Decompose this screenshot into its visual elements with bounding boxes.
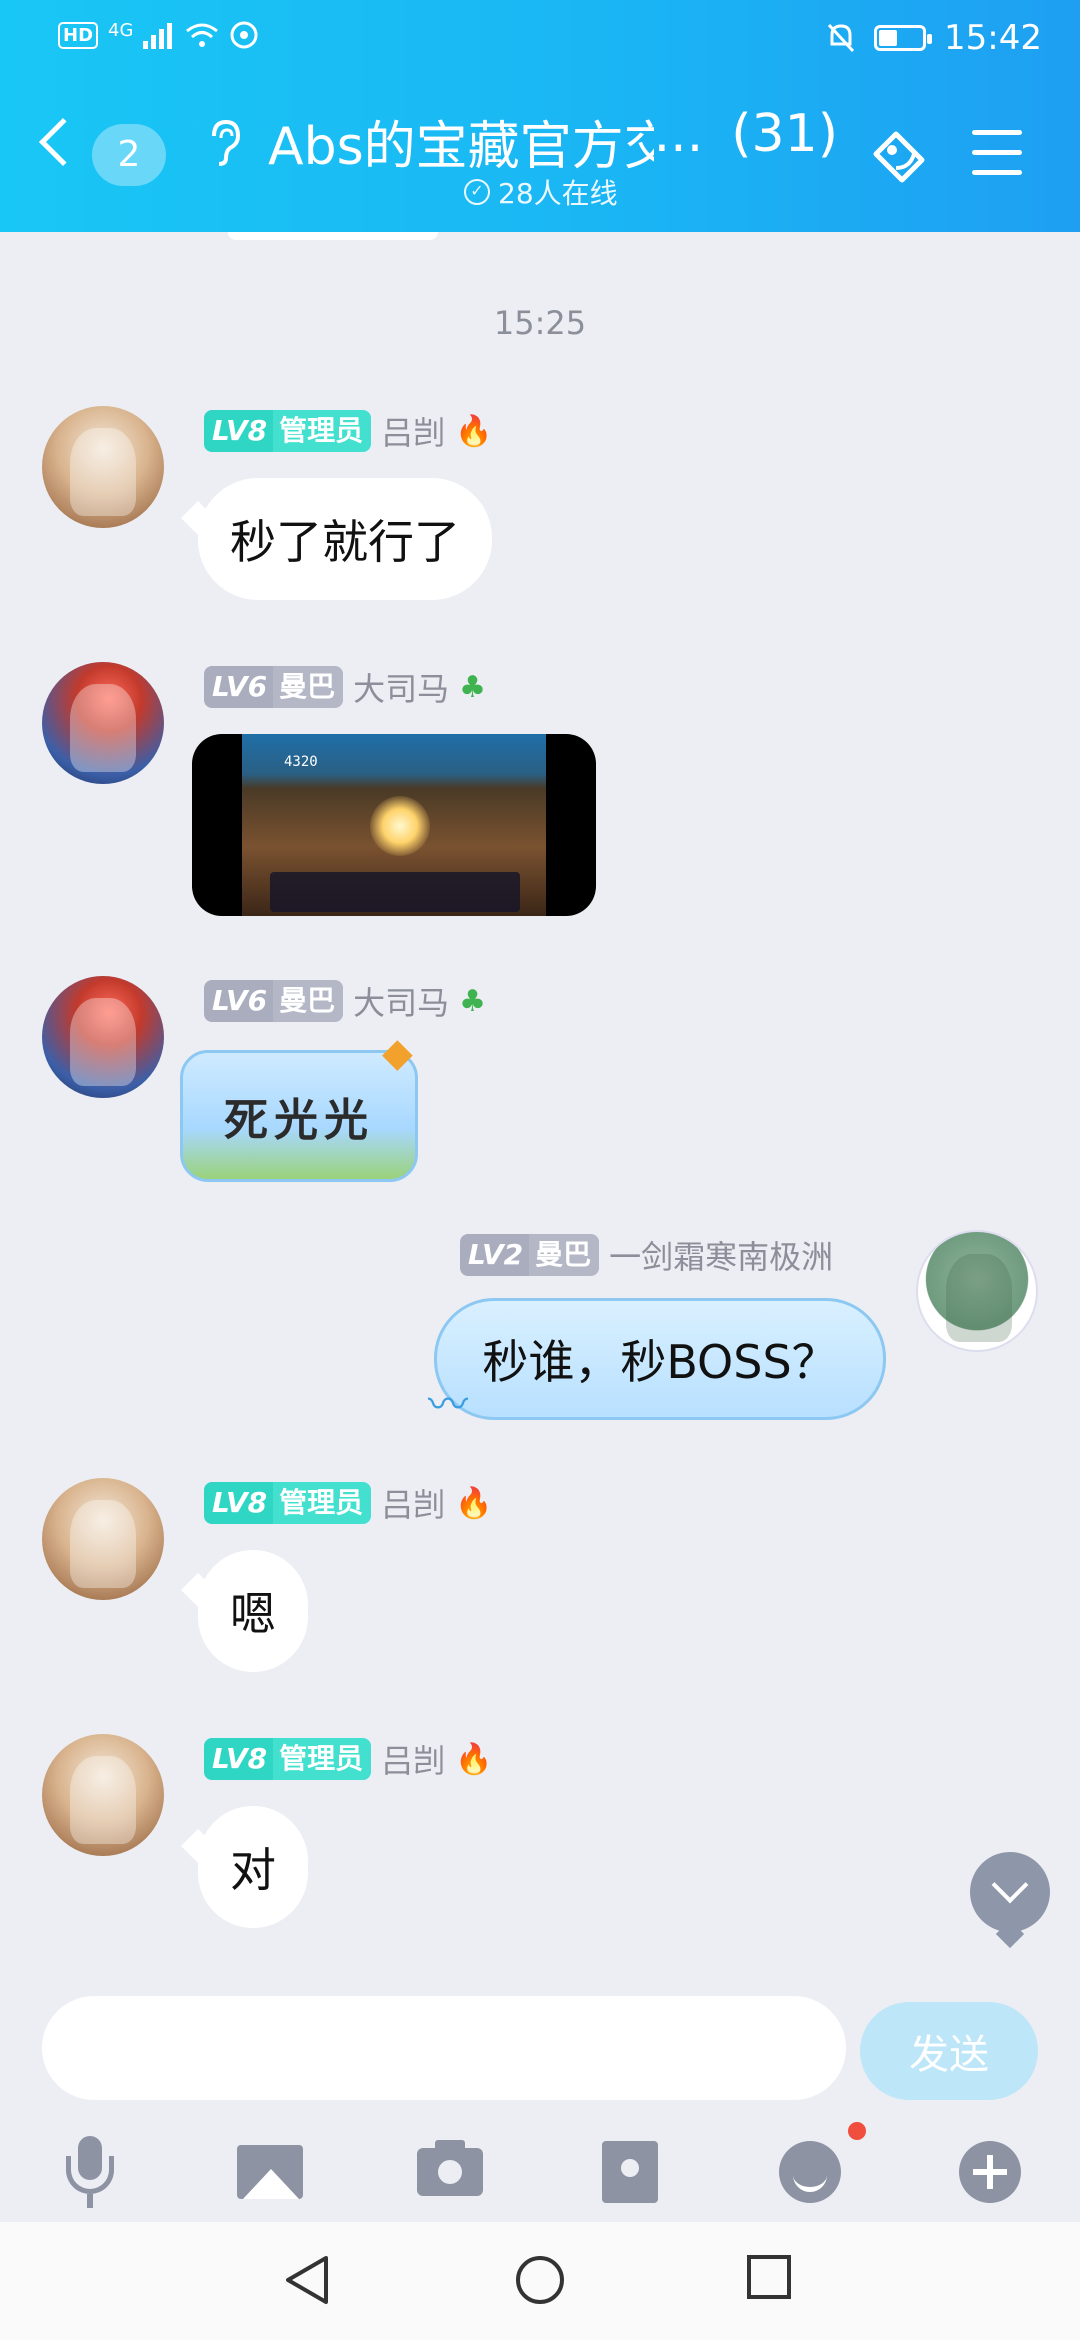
emoji-icon[interactable] [768, 2130, 852, 2214]
video-flash [370, 796, 430, 856]
share-icon[interactable] [866, 124, 930, 188]
message-input[interactable] [42, 1996, 846, 2100]
red-packet-icon[interactable] [588, 2130, 672, 2214]
more-plus-icon[interactable] [948, 2130, 1032, 2214]
scroll-down-button[interactable] [970, 1852, 1050, 1932]
avatar[interactable] [42, 1734, 164, 1856]
sender-name: 吕剀 [381, 1742, 446, 1780]
level-badge: LV6 曼巴 [204, 666, 344, 708]
status-left: HD 4G [58, 20, 259, 50]
sender-info: LV2 曼巴 一剑霜寒南极洲 [460, 1232, 833, 1278]
member-count: (31) [731, 104, 838, 164]
sender-name: 吕剀 [381, 414, 446, 452]
camera-icon[interactable] [408, 2130, 492, 2214]
wave-icon: 〰 [428, 1382, 468, 1428]
chat-header: HD 4G 15:42 2 Abs的宝藏官方交 ... (31) ✓ 28人在线 [0, 0, 1080, 232]
image-icon[interactable] [228, 2130, 312, 2214]
avatar[interactable] [42, 1478, 164, 1600]
video-score: 4320 [284, 754, 318, 770]
nav-recents-icon[interactable] [746, 2254, 792, 2300]
input-toolbar [0, 2122, 1080, 2222]
sender-name: 大司马 [353, 984, 450, 1022]
avatar[interactable] [42, 662, 164, 784]
fire-icon: 🔥 [455, 1485, 493, 1521]
sender-info: LV8 管理员 吕剀 🔥 [204, 1480, 493, 1526]
video-message[interactable]: 4320 [192, 734, 596, 916]
my-message-bubble[interactable]: 秒谁，秒BOSS？ [434, 1298, 886, 1420]
sender-name: 一剑霜寒南极洲 [609, 1238, 834, 1276]
microphone-icon[interactable] [48, 2130, 132, 2214]
avatar[interactable] [42, 406, 164, 528]
video-thumbnail: 4320 [242, 734, 546, 916]
previous-message-fragment [228, 232, 438, 240]
mute-bell-icon [827, 23, 855, 53]
message-bubble[interactable]: 对 [198, 1806, 308, 1928]
leaf-icon: ♣ [459, 983, 487, 1019]
signal-icon [143, 23, 173, 49]
message-list[interactable]: 15:25 LV8 管理员 吕剀 🔥 秒了就行了 LV6 曼巴 大司马 ♣ 4320… [0, 232, 1080, 1992]
nav-home-icon[interactable] [514, 2254, 566, 2306]
back-arrow-icon[interactable] [38, 117, 88, 167]
avatar[interactable] [42, 976, 164, 1098]
level-badge: LV8 管理员 [204, 1482, 372, 1524]
wifi-icon [186, 23, 219, 47]
system-nav-bar [0, 2222, 1080, 2340]
online-count: 28人在线 [498, 177, 618, 210]
level-badge: LV2 曼巴 [460, 1234, 600, 1276]
level-badge: LV8 管理员 [204, 410, 372, 452]
level-badge: LV8 管理员 [204, 1738, 372, 1780]
message-bubble[interactable]: 秒了就行了 [198, 478, 492, 600]
menu-icon[interactable] [972, 130, 1022, 176]
input-bar: 发送 [0, 1992, 1080, 2222]
emoji-notification-dot [848, 2122, 866, 2140]
network-type: 4G [108, 19, 134, 41]
sender-name: 吕剀 [381, 1486, 446, 1524]
level-badge: LV6 曼巴 [204, 980, 344, 1022]
fire-icon: 🔥 [455, 1741, 493, 1777]
ear-icon[interactable] [206, 118, 242, 176]
clock: 15:42 [944, 18, 1042, 58]
sender-info: LV6 曼巴 大司马 ♣ [204, 664, 486, 710]
leaf-icon: ♣ [459, 669, 487, 705]
video-hud [270, 872, 520, 912]
sender-name: 大司马 [353, 670, 450, 708]
sender-info: LV8 管理员 吕剀 🔥 [204, 1736, 493, 1782]
data-saver-icon [230, 21, 258, 49]
message-bubble[interactable]: 嗯 [198, 1550, 308, 1672]
message-timestamp: 15:25 [493, 304, 587, 342]
kite-icon: ◆ [382, 1030, 413, 1076]
unread-count-badge[interactable]: 2 [92, 124, 166, 186]
fire-icon: 🔥 [455, 413, 493, 449]
status-bar: HD 4G 15:42 [0, 0, 1080, 80]
status-right: 15:42 [826, 18, 1042, 58]
hd-indicator: HD [58, 21, 99, 49]
online-status: ✓ 28人在线 [464, 172, 618, 212]
battery-icon [874, 25, 933, 51]
sender-info: LV6 曼巴 大司马 ♣ [204, 978, 486, 1024]
my-avatar[interactable] [916, 1230, 1038, 1352]
group-title: Abs的宝藏官方交 ... (31) [268, 104, 838, 179]
title-ellipsis: ... [653, 104, 704, 164]
group-name: Abs的宝藏官方交 [268, 117, 654, 177]
online-check-icon: ✓ [464, 179, 490, 205]
sender-info: LV8 管理员 吕剀 🔥 [204, 408, 493, 454]
send-button[interactable]: 发送 [860, 2002, 1038, 2100]
